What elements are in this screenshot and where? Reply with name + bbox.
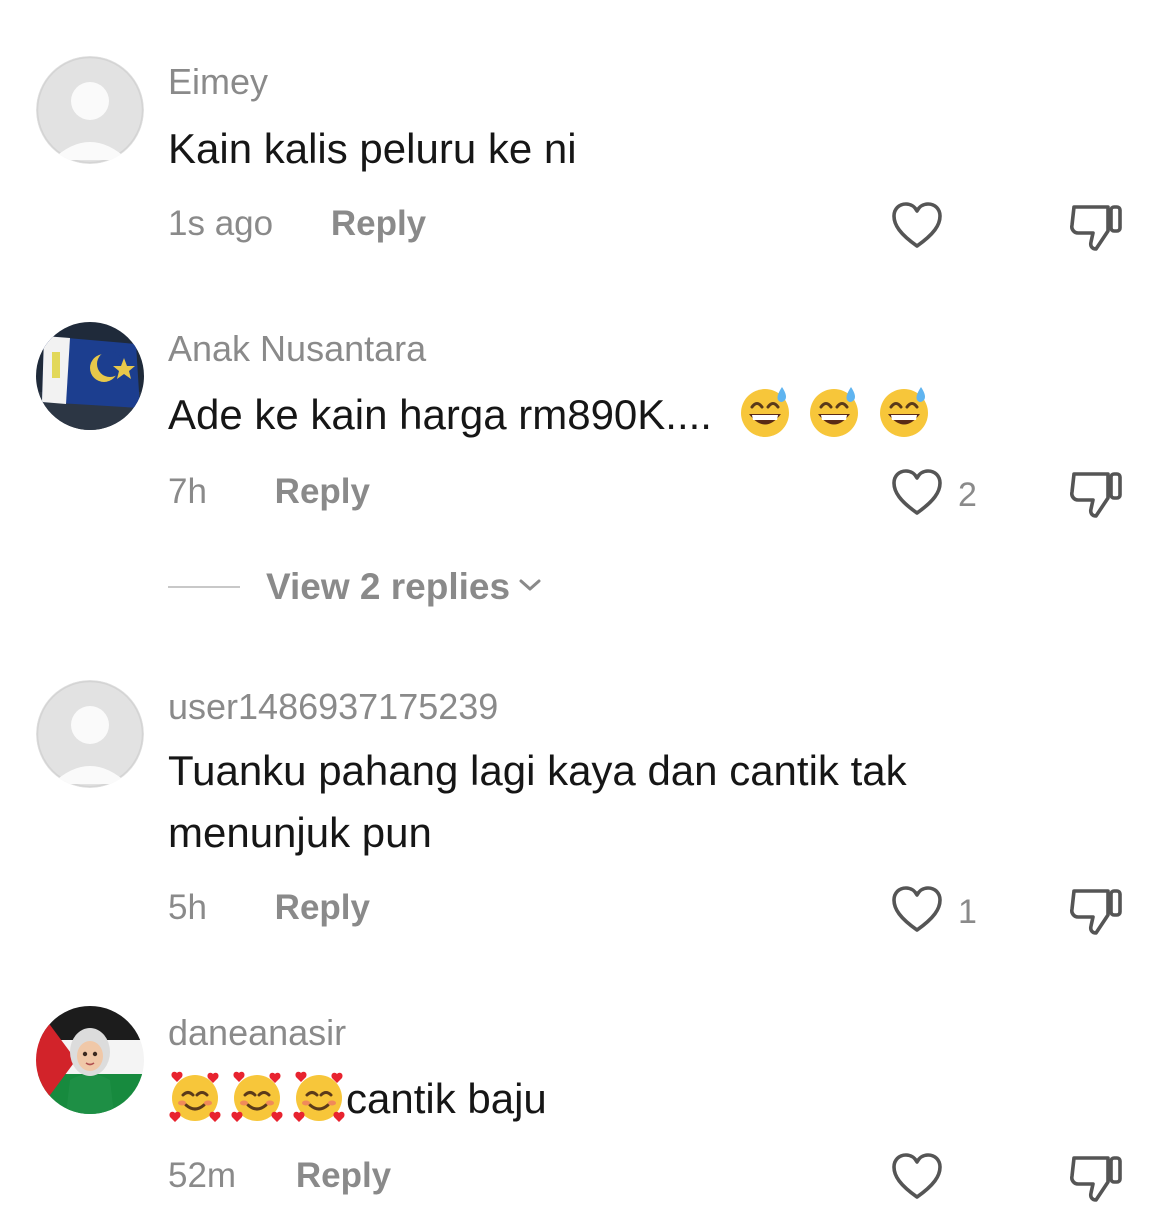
smiling-face-with-hearts-icon [168, 1069, 222, 1123]
comment-meta: 7h Reply [168, 472, 370, 512]
heart-outline-icon [890, 468, 944, 523]
username[interactable]: daneanasir [168, 1012, 346, 1054]
like-button[interactable] [890, 1152, 944, 1207]
reply-button[interactable]: Reply [275, 888, 370, 927]
thumbs-down-icon [1068, 205, 1124, 257]
smiling-face-with-hearts-icon [292, 1069, 346, 1123]
comment-meta: 1s ago Reply [168, 204, 426, 244]
avatar[interactable] [36, 322, 144, 430]
timestamp: 7h [168, 472, 207, 511]
chevron-down-icon [518, 577, 542, 598]
thumbs-down-icon [1068, 1156, 1124, 1208]
comment-text: menunjuk pun [168, 809, 432, 856]
dislike-button[interactable] [1068, 885, 1124, 942]
view-replies-label: View 2 replies [266, 566, 511, 607]
comment-meta: 5h Reply [168, 888, 370, 928]
reply-button[interactable]: Reply [296, 1156, 391, 1195]
dislike-button[interactable] [1068, 468, 1124, 525]
divider [168, 586, 240, 588]
timestamp: 1s ago [168, 204, 274, 243]
like-button[interactable] [890, 201, 944, 256]
reply-button[interactable]: Reply [275, 472, 370, 511]
comment-text: Kain kalis peluru ke ni [168, 125, 577, 172]
dislike-button[interactable] [1068, 201, 1124, 258]
avatar[interactable] [36, 56, 144, 164]
comment-meta: 52m Reply [168, 1156, 391, 1196]
thumbs-down-icon [1068, 889, 1124, 941]
heart-outline-icon [890, 1152, 944, 1207]
heart-outline-icon [890, 885, 944, 940]
view-replies-button[interactable]: View 2 replies [168, 566, 542, 608]
timestamp: 5h [168, 888, 207, 927]
like-count: 1 [958, 893, 977, 931]
comment-text: Ade ke kain harga rm890K.... [168, 384, 931, 446]
smiling-face-with-hearts-icon [230, 1069, 284, 1123]
like-button[interactable]: 2 [890, 468, 977, 523]
username[interactable]: user1486937175239 [168, 686, 498, 728]
like-count: 2 [958, 476, 977, 514]
thumbs-down-icon [1068, 472, 1124, 524]
grinning-face-with-sweat-icon [807, 385, 861, 439]
comment-text: cantik baju [168, 1068, 547, 1130]
username[interactable]: Anak Nusantara [168, 328, 426, 370]
timestamp: 52m [168, 1156, 237, 1195]
avatar[interactable] [36, 680, 144, 788]
grinning-face-with-sweat-icon [877, 385, 931, 439]
grinning-face-with-sweat-icon [738, 385, 792, 439]
dislike-button[interactable] [1068, 1152, 1124, 1209]
avatar[interactable] [36, 1006, 144, 1114]
comment-text: Tuanku pahang lagi kaya dan cantik tak [168, 747, 907, 794]
reply-button[interactable]: Reply [331, 204, 426, 243]
username[interactable]: Eimey [168, 61, 268, 103]
heart-outline-icon [890, 201, 944, 256]
like-button[interactable]: 1 [890, 885, 977, 940]
